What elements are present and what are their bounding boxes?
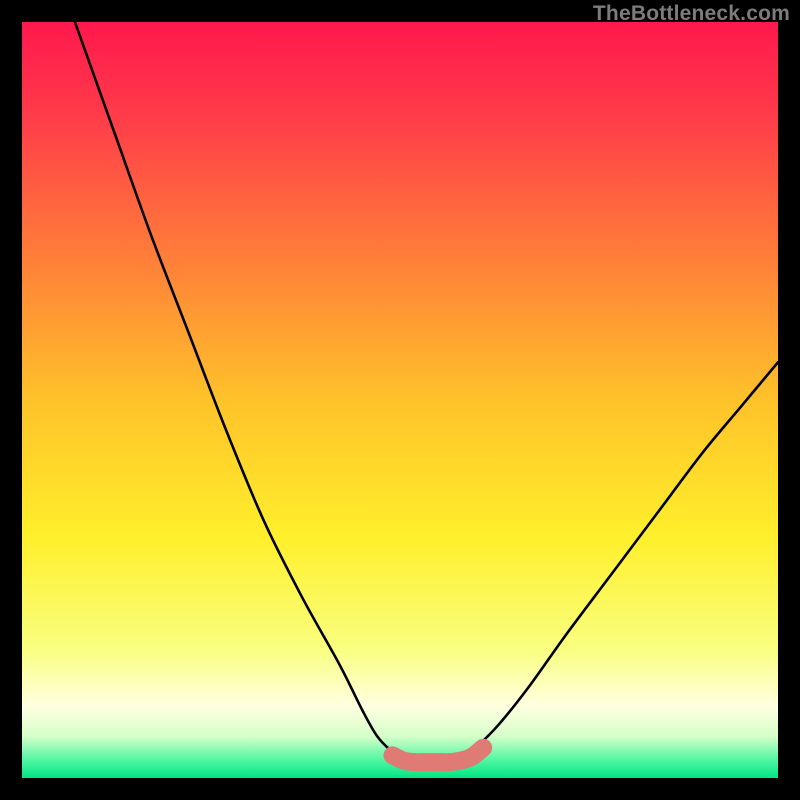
gradient-rect (22, 22, 778, 778)
chart-plot-area (22, 22, 778, 778)
chart-svg (22, 22, 778, 778)
chart-frame: TheBottleneck.com (0, 0, 800, 800)
